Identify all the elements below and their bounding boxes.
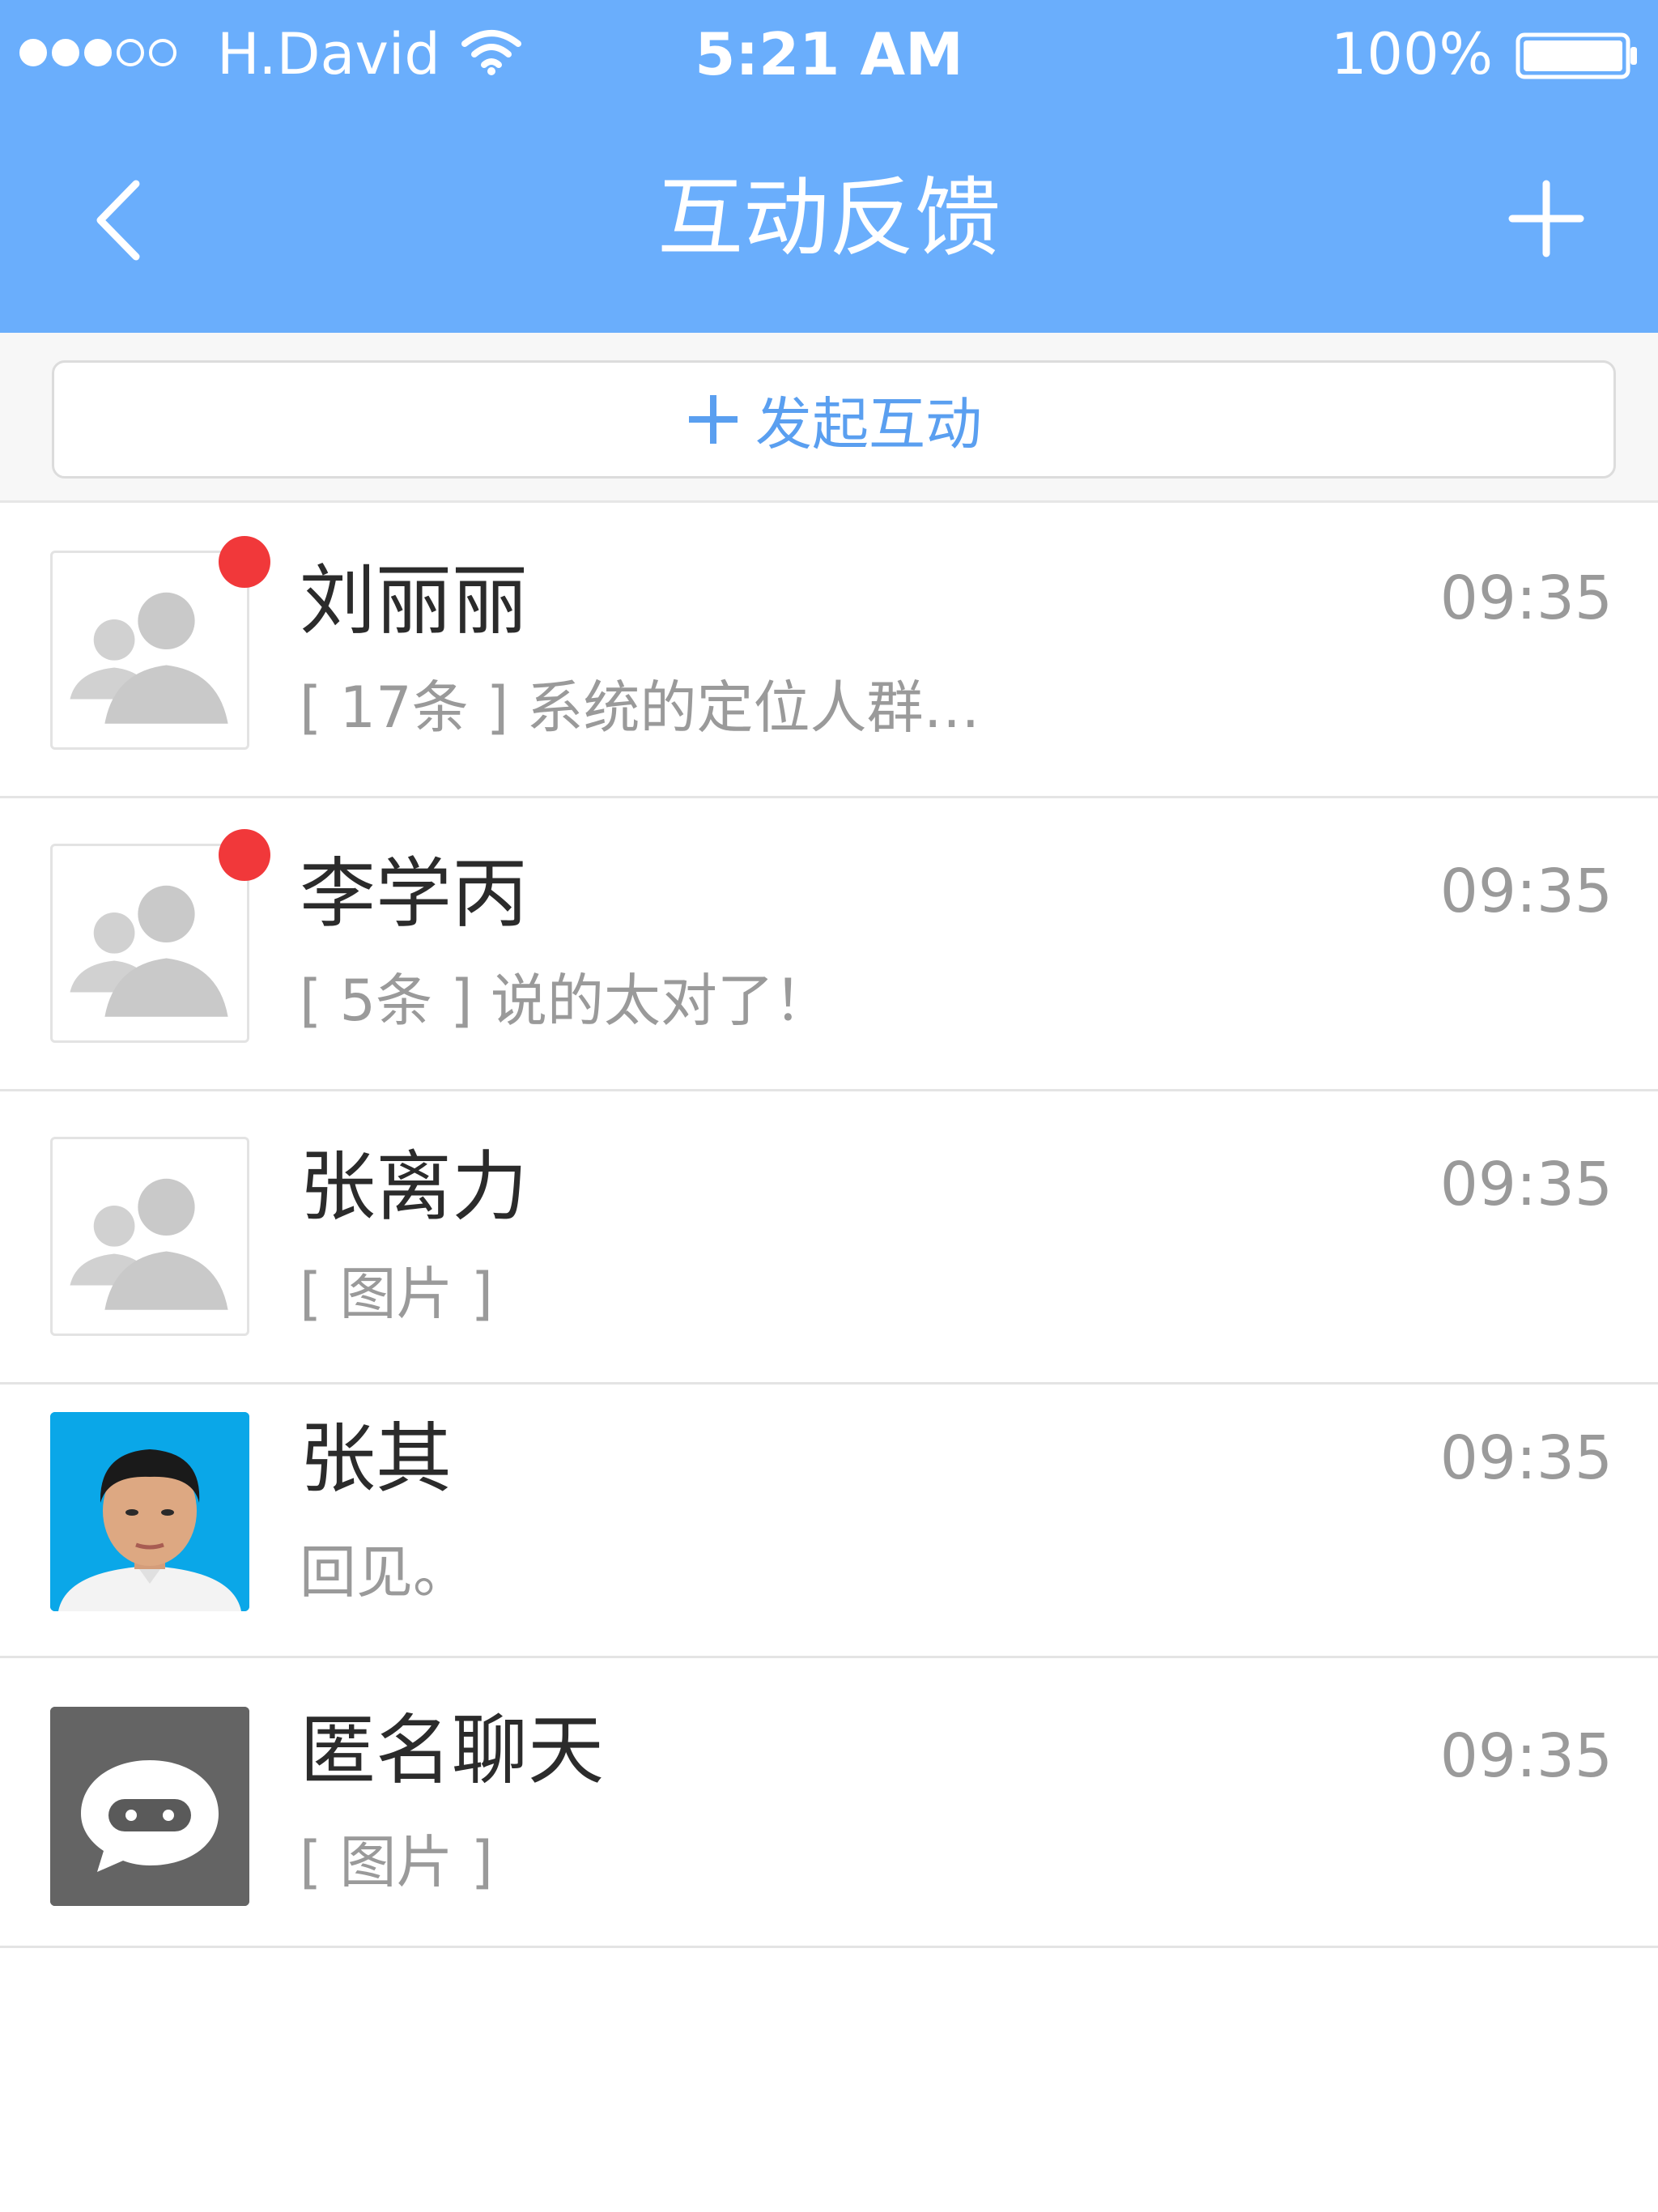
default-avatar bbox=[50, 551, 249, 750]
default-avatar bbox=[50, 844, 249, 1043]
initiate-label: 发起互动 bbox=[755, 390, 982, 457]
unread-badge bbox=[219, 536, 270, 588]
group-user-icon bbox=[70, 592, 228, 724]
group-user-icon bbox=[70, 885, 228, 1017]
message-preview: 回见。 bbox=[300, 1539, 470, 1606]
battery-percentage: 100% bbox=[1330, 21, 1493, 87]
plus-icon bbox=[689, 395, 738, 444]
message-preview: [ 17条 ] 系统的定位人群… bbox=[300, 674, 980, 741]
page-title: 互动反馈 bbox=[657, 168, 1001, 268]
navigation-bar: 互动反馈 bbox=[0, 109, 1658, 333]
group-user-icon bbox=[70, 1178, 228, 1310]
message-time: 09:35 bbox=[1439, 857, 1613, 926]
status-bar: H.David 5:21 AM 100% bbox=[0, 0, 1658, 109]
conversation-row[interactable]: 匿名聊天 [ 图片 ] 09:35 bbox=[0, 1658, 1658, 1948]
message-time: 09:35 bbox=[1439, 1721, 1613, 1791]
contact-name: 李学丙 bbox=[300, 850, 529, 938]
message-preview: [ 图片 ] bbox=[300, 1829, 494, 1895]
conversation-row[interactable]: 刘丽丽 [ 17条 ] 系统的定位人群… 09:35 bbox=[0, 505, 1658, 798]
conversation-row[interactable]: 李学丙 [ 5条 ] 说的太对了！ 09:35 bbox=[0, 798, 1658, 1091]
header: H.David 5:21 AM 100% 互动反馈 bbox=[0, 0, 1658, 333]
message-time: 09:35 bbox=[1439, 1150, 1613, 1219]
chat-bubble-icon bbox=[50, 1707, 249, 1906]
initiate-area: 发起互动 bbox=[0, 333, 1658, 503]
back-button[interactable] bbox=[73, 168, 162, 273]
initiate-interaction-button[interactable]: 发起互动 bbox=[52, 360, 1616, 479]
contact-name: 张其 bbox=[300, 1415, 453, 1504]
message-time: 09:35 bbox=[1439, 1423, 1613, 1493]
photo-avatar bbox=[50, 1412, 249, 1611]
message-time: 09:35 bbox=[1439, 564, 1613, 633]
contact-name: 张离力 bbox=[300, 1143, 529, 1231]
message-preview: [ 图片 ] bbox=[300, 1261, 494, 1327]
unread-badge bbox=[219, 829, 270, 881]
conversation-list: 刘丽丽 [ 17条 ] 系统的定位人群… 09:35 李学丙 [ 5条 ] 说的… bbox=[0, 505, 1658, 1948]
anonymous-chat-avatar bbox=[50, 1707, 249, 1906]
conversation-row[interactable]: 张其 回见。 09:35 bbox=[0, 1385, 1658, 1658]
person-photo bbox=[50, 1412, 249, 1611]
message-preview: [ 5条 ] 说的太对了！ bbox=[300, 968, 831, 1034]
contact-name: 匿名聊天 bbox=[300, 1707, 605, 1795]
add-button[interactable] bbox=[1506, 174, 1587, 263]
conversation-row[interactable]: 张离力 [ 图片 ] 09:35 bbox=[0, 1091, 1658, 1385]
contact-name: 刘丽丽 bbox=[300, 557, 529, 645]
battery-icon bbox=[1516, 32, 1637, 79]
default-avatar bbox=[50, 1137, 249, 1336]
